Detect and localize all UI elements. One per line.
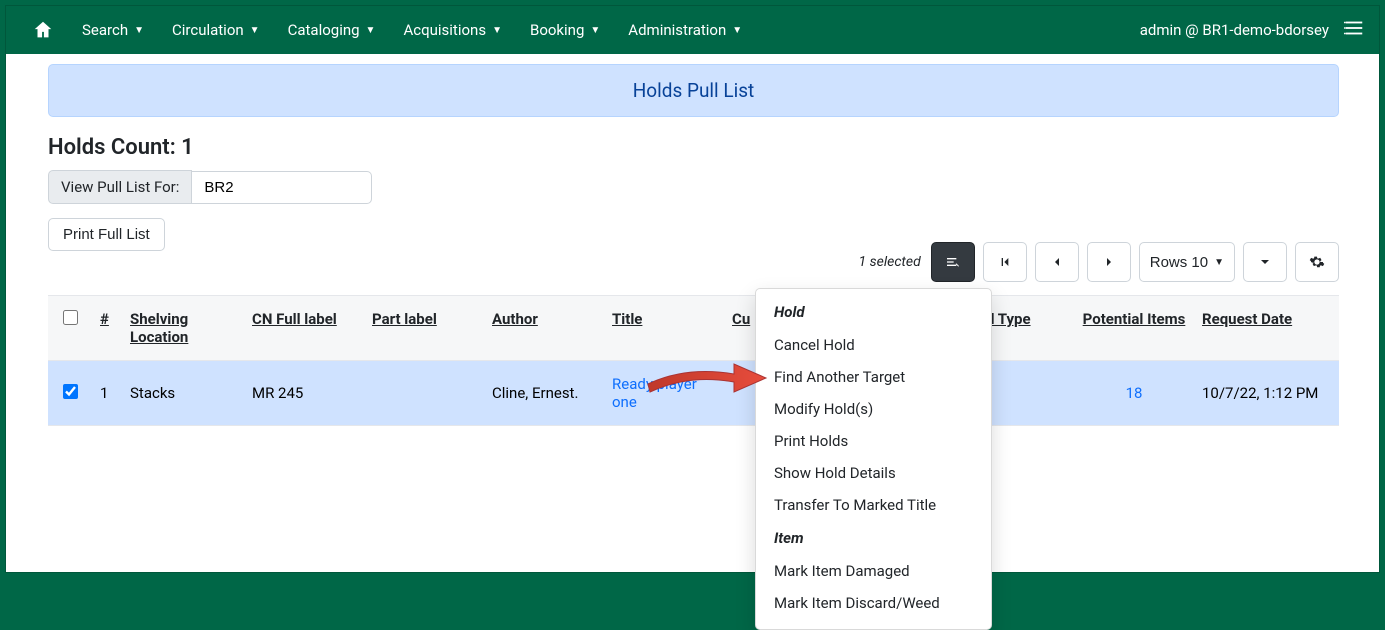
dropdown-section-item: Item (756, 521, 991, 555)
menu-cancel-hold[interactable]: Cancel Hold (756, 329, 991, 361)
page-banner: Holds Pull List (48, 64, 1339, 117)
table-row[interactable]: 1 Stacks MR 245 Cline, Ernest. Ready pla… (48, 361, 1339, 426)
cell-author: Cline, Ernest. (484, 384, 604, 402)
nav-search[interactable]: Search▼ (70, 11, 156, 49)
cell-reqdate: 10/7/22, 1:12 PM (1194, 384, 1334, 402)
hamburger-icon[interactable] (1343, 17, 1365, 43)
holds-count: Holds Count: 1 (48, 135, 1339, 160)
col-shelving[interactable]: Shelving Location (122, 310, 244, 346)
cell-potential[interactable]: 18 (1074, 384, 1194, 402)
selected-count: 1 selected (859, 254, 921, 270)
menu-print-holds[interactable]: Print Holds (756, 425, 991, 457)
holds-table: # Shelving Location CN Full label Part l… (48, 295, 1339, 426)
user-label[interactable]: admin @ BR1-demo-bdorsey (1140, 21, 1329, 39)
row-checkbox[interactable] (63, 384, 78, 399)
prev-page-button[interactable] (1035, 242, 1079, 282)
menu-mark-damaged[interactable]: Mark Item Damaged (756, 555, 991, 587)
top-nav: Search▼ Circulation▼ Cataloging▼ Acquisi… (6, 6, 1379, 54)
nav-circulation[interactable]: Circulation▼ (160, 11, 272, 49)
dropdown-section-hold: Hold (756, 295, 991, 329)
menu-show-hold-details[interactable]: Show Hold Details (756, 457, 991, 489)
settings-button[interactable] (1295, 242, 1339, 282)
nav-administration[interactable]: Administration▼ (616, 11, 754, 49)
cell-cn: MR 245 (244, 384, 364, 402)
col-potential[interactable]: Potential Items (1074, 310, 1194, 328)
col-reqdate[interactable]: Request Date (1194, 310, 1334, 328)
nav-cataloging[interactable]: Cataloging▼ (276, 11, 388, 49)
col-part[interactable]: Part label (364, 310, 484, 328)
menu-mark-discard[interactable]: Mark Item Discard/Weed (756, 587, 991, 619)
actions-dropdown: Hold Cancel Hold Find Another Target Mod… (755, 288, 992, 630)
nav-acquisitions[interactable]: Acquisitions▼ (391, 11, 514, 49)
menu-modify-holds[interactable]: Modify Hold(s) (756, 393, 991, 425)
select-all-checkbox[interactable] (63, 310, 78, 325)
next-page-button[interactable] (1087, 242, 1131, 282)
cell-num: 1 (92, 384, 122, 402)
first-page-button[interactable] (983, 242, 1027, 282)
print-full-list-button[interactable]: Print Full List (48, 218, 165, 251)
menu-find-another-target[interactable]: Find Another Target (756, 361, 991, 393)
col-author[interactable]: Author (484, 310, 604, 328)
view-for-input[interactable] (192, 171, 372, 204)
cell-title-link[interactable]: Ready player one (612, 375, 697, 411)
menu-transfer-marked-title[interactable]: Transfer To Marked Title (756, 489, 991, 521)
expand-button[interactable] (1243, 242, 1287, 282)
actions-menu-button[interactable] (931, 242, 975, 282)
nav-booking[interactable]: Booking▼ (518, 11, 612, 49)
col-num[interactable]: # (92, 310, 122, 328)
home-icon[interactable] (20, 9, 66, 51)
view-for-label: View Pull List For: (48, 170, 192, 204)
col-cn[interactable]: CN Full label (244, 310, 364, 328)
table-header: # Shelving Location CN Full label Part l… (48, 295, 1339, 361)
cell-shelving: Stacks (122, 384, 244, 402)
rows-per-page-button[interactable]: Rows 10▼ (1139, 242, 1235, 282)
col-title[interactable]: Title (604, 310, 724, 328)
